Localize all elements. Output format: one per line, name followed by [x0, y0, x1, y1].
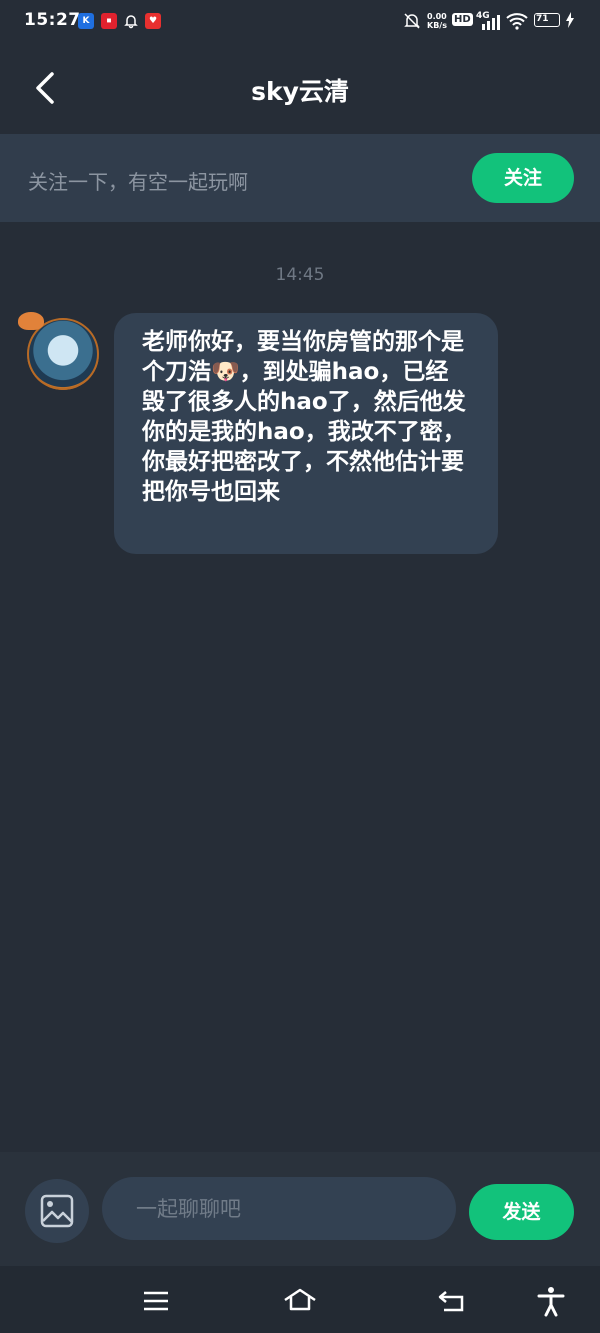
back-nav-icon[interactable]	[434, 1284, 468, 1318]
message-input[interactable]	[102, 1177, 456, 1240]
wifi-icon	[506, 12, 528, 33]
app-red-icon: ◼	[101, 13, 117, 29]
image-icon	[40, 1194, 74, 1228]
network-speed: 0.00 KB/s	[427, 12, 447, 30]
chat-title: sky云清	[251, 77, 349, 106]
menu-icon[interactable]	[139, 1284, 173, 1318]
navigation-bar	[0, 1266, 600, 1333]
home-icon[interactable]	[282, 1284, 316, 1318]
follow-button[interactable]: 关注	[472, 153, 574, 203]
bell-icon	[123, 13, 139, 29]
signal-icon	[480, 14, 502, 33]
message-bubble[interactable]: 老师你好，要当你房管的那个是个刀浩🐶，到处骗hao，已经毁了很多人的hao了，然…	[114, 313, 498, 554]
charging-icon	[566, 12, 574, 31]
chat-header: sky云清	[0, 44, 600, 134]
send-button[interactable]: 发送	[469, 1184, 574, 1240]
follow-prompt: 关注一下，有空一起玩啊	[28, 170, 248, 194]
message-text: 老师你好，要当你房管的那个是个刀浩🐶，到处骗hao，已经毁了很多人的hao了，然…	[142, 329, 466, 505]
status-bar: 15:27 K ◼ ♥ 0.00 KB/s HD 4G 71	[0, 0, 600, 44]
composer: 发送	[0, 1152, 600, 1266]
hd-badge: HD	[452, 13, 473, 26]
accessibility-icon[interactable]	[534, 1284, 568, 1318]
app-k-icon: K	[78, 13, 94, 29]
message-timestamp: 14:45	[275, 265, 325, 285]
battery-icon: 71	[534, 13, 560, 27]
status-time: 15:27	[24, 10, 81, 30]
mute-icon	[404, 12, 420, 33]
battery-level: 71	[536, 14, 549, 24]
image-button[interactable]	[25, 1179, 89, 1243]
follow-bar: 关注一下，有空一起玩啊 关注	[0, 134, 600, 222]
app-gift-icon: ♥	[145, 13, 161, 29]
avatar-decoration	[18, 312, 44, 330]
